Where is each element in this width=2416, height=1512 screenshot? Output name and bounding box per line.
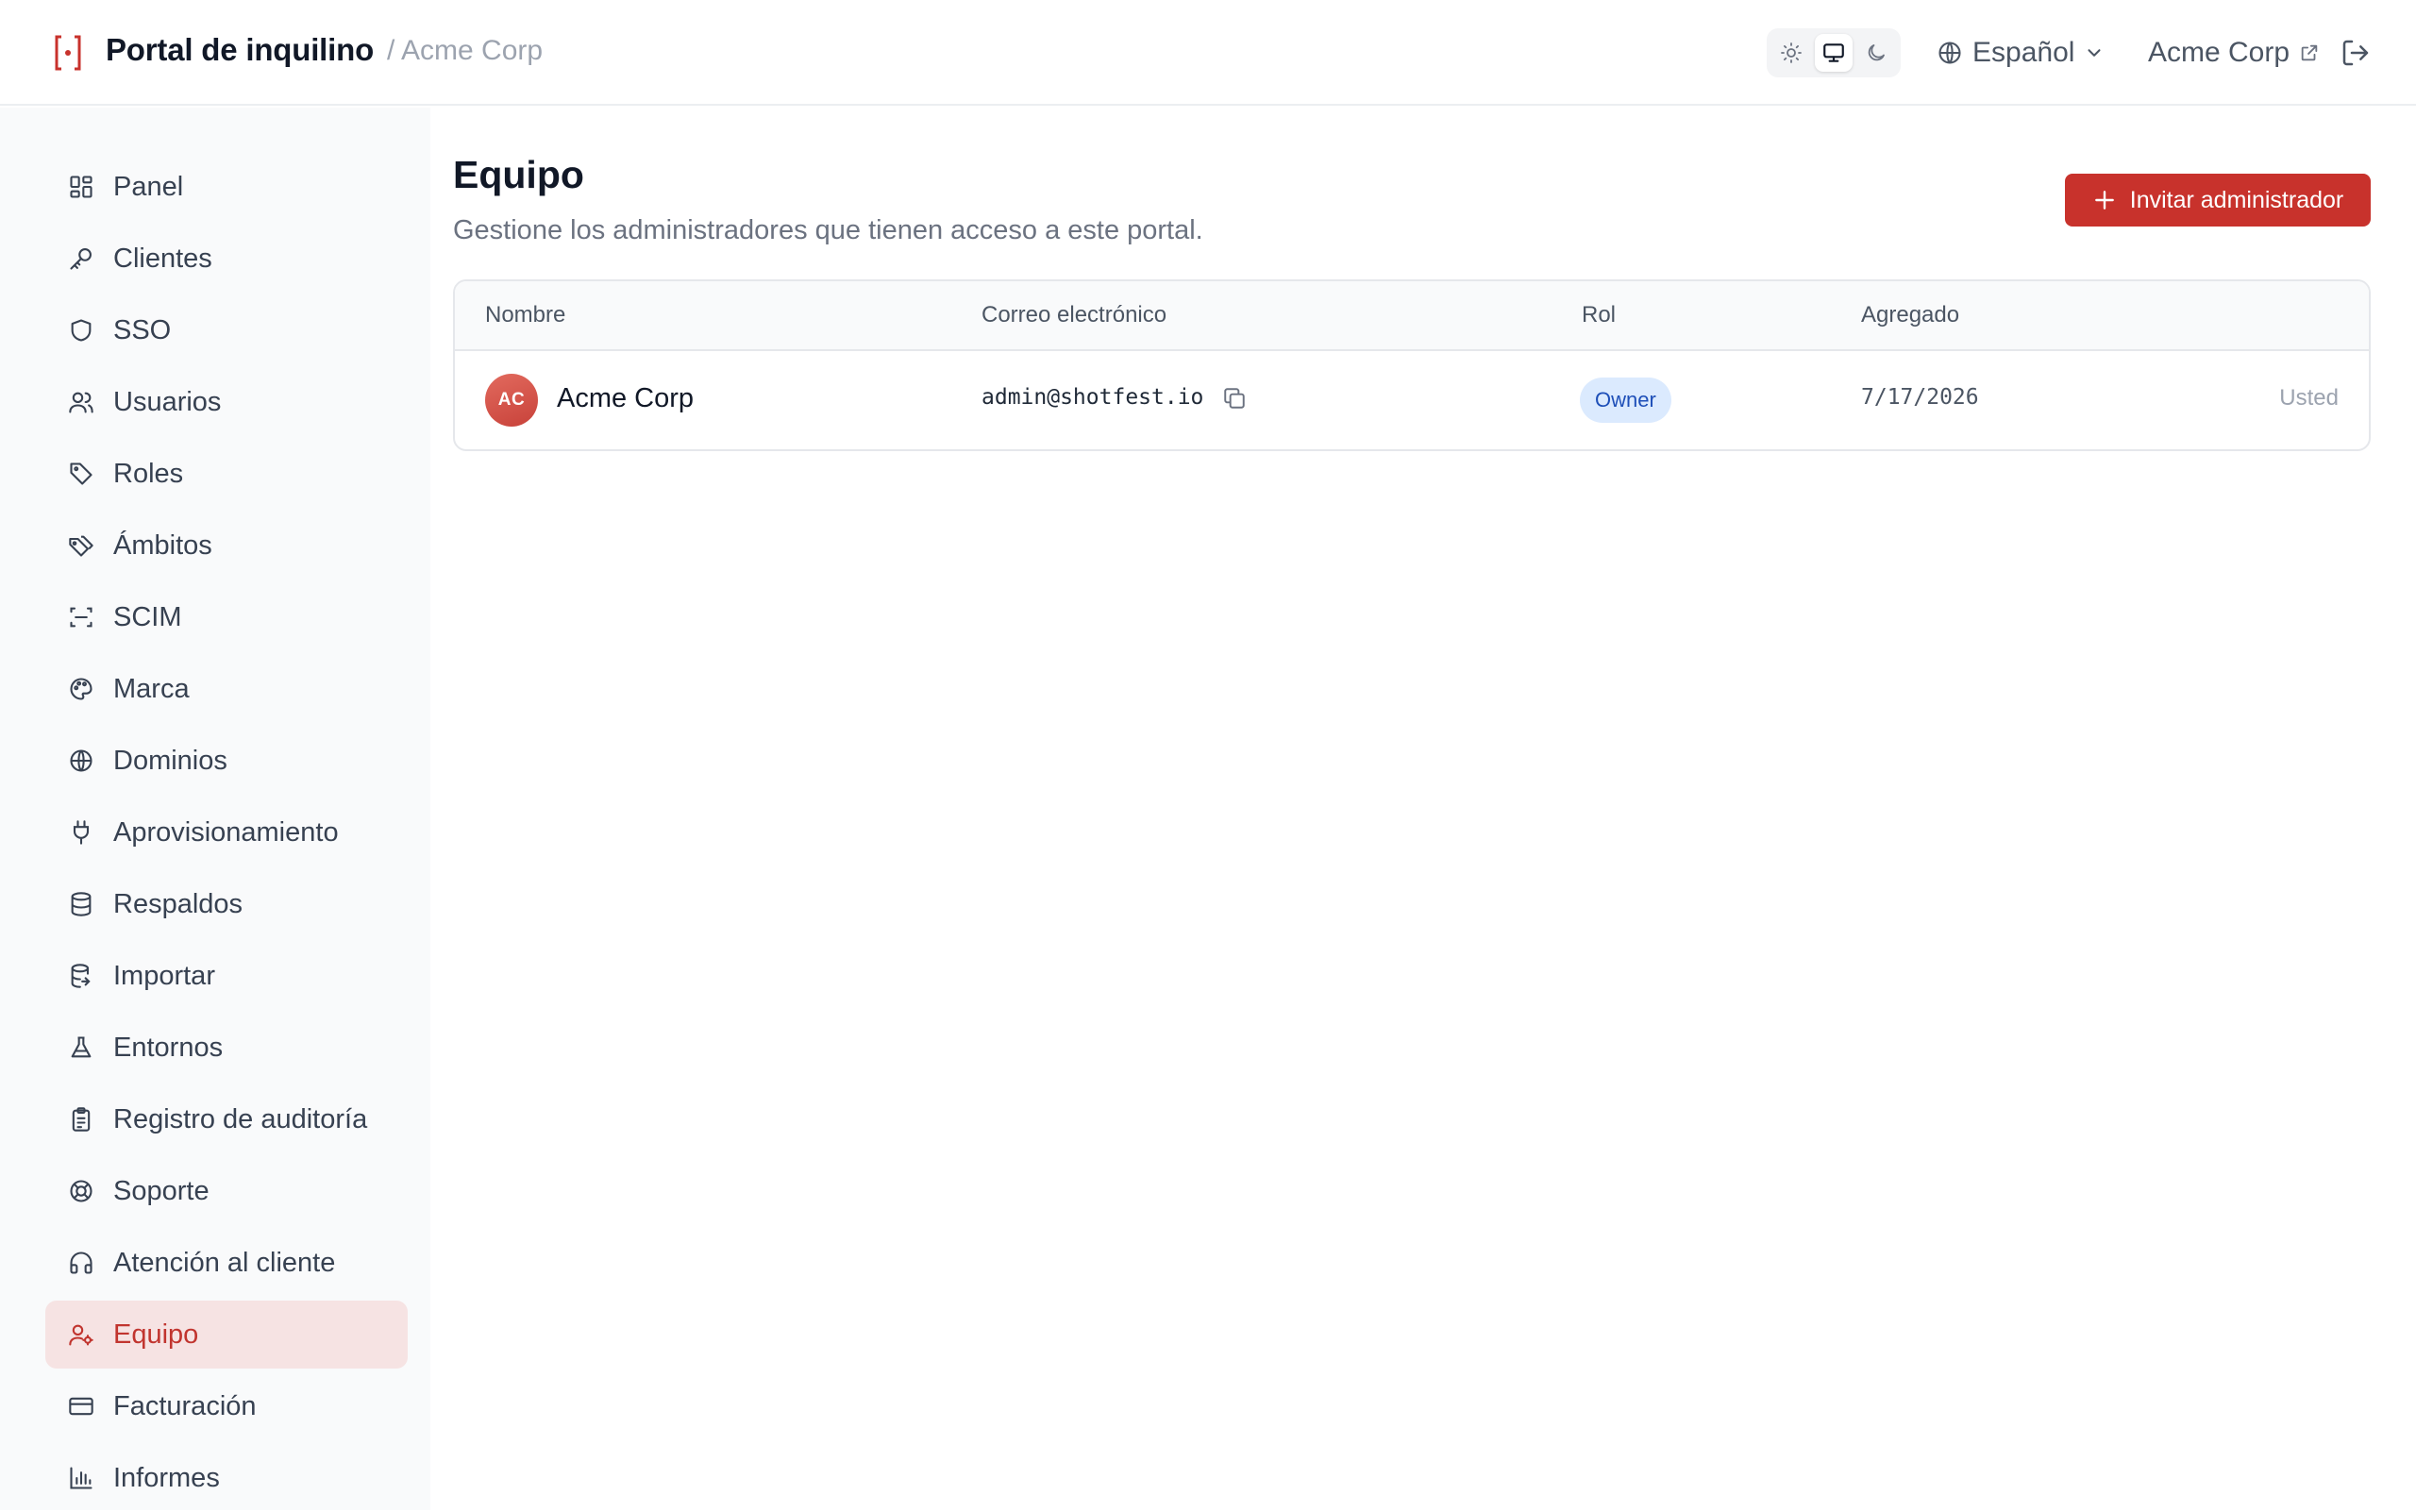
theme-switcher (1767, 28, 1901, 77)
sidebar-item-equipo[interactable]: Equipo (45, 1301, 408, 1369)
dashboard-icon (70, 176, 92, 198)
language-label: Español (1972, 37, 2075, 68)
tenant-link-label: Acme Corp (2148, 37, 2290, 68)
sidebar-item-label: Registro de auditoría (113, 1103, 368, 1134)
invite-admin-label: Invitar administrador (2129, 186, 2344, 213)
team-table: Nombre Correo electrónico Rol Agregado A… (453, 279, 2371, 451)
page-subtitle: Gestione los administradores que tienen … (453, 215, 1203, 245)
sidebar-item-label: Marca (113, 673, 190, 704)
sidebar-item-soporte[interactable]: Soporte (45, 1157, 408, 1225)
sidebar-item-dominios[interactable]: Dominios (45, 727, 408, 795)
sidebar-item-scim[interactable]: SCIM (45, 583, 408, 651)
column-header-added: Agregado (1861, 302, 1960, 328)
database-icon (71, 892, 92, 916)
bar-chart-icon (70, 1467, 92, 1489)
sidebar-item-marca[interactable]: Marca (45, 655, 408, 723)
sidebar-item-label: Respaldos (113, 888, 243, 919)
tag-icon (70, 462, 92, 485)
sidebar-item-label: Soporte (113, 1175, 210, 1206)
avatar: AC (485, 374, 538, 427)
table-header: Nombre Correo electrónico Rol Agregado (455, 281, 2369, 351)
external-link-icon (2301, 44, 2318, 61)
palette-icon (70, 678, 92, 700)
flask-icon (71, 1036, 92, 1058)
sun-icon (1781, 42, 1802, 63)
key-icon (70, 248, 92, 270)
sidebar-item-label: Aprovisionamiento (113, 816, 339, 848)
sidebar-item-sso[interactable]: SSO (45, 296, 408, 364)
sidebar-item-roles[interactable]: Roles (45, 440, 408, 508)
clipboard-icon (72, 1107, 91, 1132)
table-row: AC Acme Corp admin@shotfest.io Owner 7/1… (455, 351, 2369, 449)
column-header-name: Nombre (485, 302, 566, 328)
portal-logo-icon (55, 35, 81, 71)
sidebar-item-label: Facturación (113, 1390, 257, 1421)
language-selector[interactable]: Español (1937, 32, 2105, 74)
sidebar-item-label: Ámbitos (113, 529, 212, 561)
sidebar-item-label: Roles (113, 458, 184, 489)
sidebar-item-label: Equipo (113, 1319, 199, 1350)
sidebar-item-importar[interactable]: Importar (45, 942, 408, 1010)
member-added-date: 7/17/2026 (1861, 385, 1979, 410)
sidebar-item-label: SSO (113, 314, 172, 345)
sidebar-item-registro-de-auditoria[interactable]: Registro de auditoría (45, 1085, 408, 1153)
sidebar-item-ambitos[interactable]: Ámbitos (45, 512, 408, 580)
top-header: Portal de inquilino / Acme Corp Español (0, 0, 2416, 106)
plus-icon (2094, 191, 2114, 210)
current-user-note: Usted (2279, 385, 2339, 411)
sidebar-item-label: Usuarios (113, 386, 222, 417)
invite-admin-button[interactable]: Invitar administrador (2065, 174, 2371, 227)
member-name: Acme Corp (557, 383, 695, 413)
plug-icon (73, 820, 90, 845)
sidebar-item-informes[interactable]: Informes (45, 1444, 408, 1512)
sidebar-item-label: Atención al cliente (113, 1247, 336, 1278)
sidebar-item-label: Entornos (113, 1032, 224, 1063)
app-title: Portal de inquilino (106, 32, 375, 67)
globe-icon (1938, 42, 1961, 64)
copy-icon (1224, 388, 1245, 409)
theme-dark-button[interactable] (1857, 34, 1895, 72)
sidebar-item-aprovisionamiento[interactable]: Aprovisionamiento (45, 798, 408, 866)
member-email: admin@shotfest.io (982, 385, 1204, 410)
sidebar-item-label: Clientes (113, 243, 212, 274)
role-badge: Owner (1580, 378, 1671, 423)
sidebar-item-entornos[interactable]: Entornos (45, 1014, 408, 1082)
sidebar-item-respaldos[interactable]: Respaldos (45, 870, 408, 938)
tenant-external-link[interactable]: Acme Corp (2148, 32, 2320, 74)
shield-icon (71, 319, 92, 342)
column-header-role: Rol (1582, 302, 1617, 328)
monitor-icon (1823, 43, 1844, 62)
sidebar-item-atencion-al-cliente[interactable]: Atención al cliente (45, 1229, 408, 1297)
sidebar-item-label: Informes (113, 1462, 220, 1493)
moon-icon (1868, 44, 1885, 61)
scan-icon (70, 607, 92, 628)
globe-icon (70, 749, 92, 772)
database-import-icon (71, 964, 91, 988)
page-title: Equipo (453, 153, 584, 196)
sidebar-item-label: Panel (113, 171, 184, 202)
credit-card-icon (69, 1397, 93, 1416)
sidebar-item-label: SCIM (113, 601, 182, 632)
theme-light-button[interactable] (1772, 34, 1810, 72)
copy-email-button[interactable] (1219, 383, 1250, 413)
logout-icon (2342, 40, 2369, 66)
column-header-email: Correo electrónico (982, 302, 1167, 328)
sidebar-item-facturacion[interactable]: Facturación (45, 1372, 408, 1440)
sidebar-item-panel[interactable]: Panel (45, 153, 408, 221)
chevron-down-icon (2088, 49, 2101, 57)
users-icon (69, 392, 93, 413)
headphones-icon (70, 1252, 92, 1274)
sidebar-item-usuarios[interactable]: Usuarios (45, 368, 408, 436)
sidebar-item-label: Importar (113, 960, 215, 991)
sidebar-item-label: Dominios (113, 745, 227, 776)
breadcrumb: / Acme Corp (387, 35, 544, 66)
logout-button[interactable] (2339, 36, 2373, 70)
sidebar: Panel Clientes SSO Usuarios Roles Ámbito… (0, 108, 430, 1510)
user-cog-icon (69, 1324, 93, 1346)
sidebar-item-clientes[interactable]: Clientes (45, 225, 408, 293)
tags-icon (69, 535, 93, 557)
theme-system-button[interactable] (1815, 34, 1853, 72)
lifebuoy-icon (70, 1180, 92, 1202)
